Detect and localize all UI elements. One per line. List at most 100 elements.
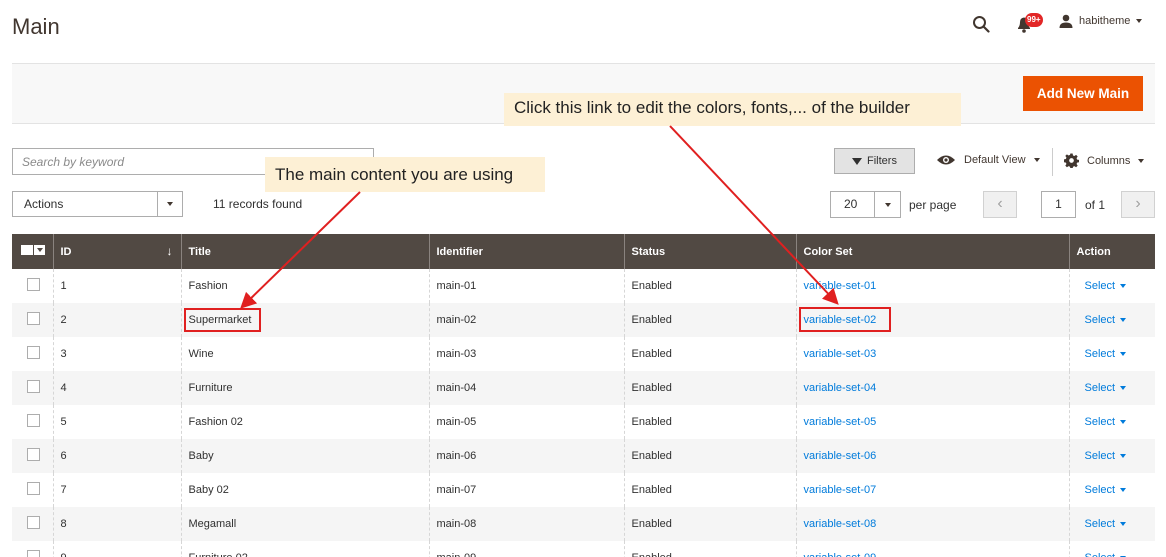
per-page-label: per page bbox=[909, 198, 957, 212]
mass-select-checkbox[interactable] bbox=[21, 245, 45, 255]
cell-id: 8 bbox=[52, 507, 181, 541]
page-title: Main bbox=[12, 14, 60, 39]
cell-color-set: variable-set-03 bbox=[795, 337, 1069, 371]
filters-button[interactable]: Filters bbox=[834, 148, 915, 174]
row-action-select[interactable]: Select bbox=[1085, 416, 1127, 428]
row-checkbox[interactable] bbox=[27, 380, 40, 393]
cell-title: Furniture bbox=[180, 371, 429, 405]
row-action-select[interactable]: Select bbox=[1085, 382, 1127, 394]
row-action-select[interactable]: Select bbox=[1085, 552, 1127, 557]
column-header-status[interactable]: Status bbox=[623, 234, 796, 269]
row-checkbox[interactable] bbox=[27, 312, 40, 325]
row-action-select[interactable]: Select bbox=[1085, 280, 1127, 292]
cell-title: Baby 02 bbox=[180, 473, 429, 507]
color-set-link[interactable]: variable-set-01 bbox=[804, 280, 877, 292]
cell-action: Select bbox=[1068, 473, 1155, 507]
cell-status: Enabled bbox=[623, 337, 796, 371]
cell-action: Select bbox=[1068, 405, 1155, 439]
per-page-select[interactable]: 20 bbox=[830, 191, 901, 218]
mass-select-header[interactable] bbox=[12, 234, 53, 269]
cell-id: 1 bbox=[52, 269, 181, 303]
next-page-button[interactable]: › bbox=[1121, 191, 1155, 218]
color-set-link[interactable]: variable-set-03 bbox=[804, 348, 877, 360]
row-action-select[interactable]: Select bbox=[1085, 348, 1127, 360]
color-set-link[interactable]: variable-set-09 bbox=[804, 552, 877, 557]
row-action-select[interactable]: Select bbox=[1085, 314, 1127, 326]
cell-title: Fashion 02 bbox=[180, 405, 429, 439]
cell-identifier: main-04 bbox=[428, 371, 624, 405]
page-number-input[interactable]: 1 bbox=[1041, 191, 1076, 218]
chevron-down-icon bbox=[1120, 386, 1127, 390]
cell-status: Enabled bbox=[623, 371, 796, 405]
columns-label: Columns bbox=[1087, 154, 1131, 167]
add-new-main-button[interactable]: Add New Main bbox=[1023, 76, 1143, 111]
table-row: 6 Baby main-06 Enabled variable-set-06 Select bbox=[12, 439, 1155, 473]
cell-color-set: variable-set-07 bbox=[795, 473, 1069, 507]
row-checkbox[interactable] bbox=[27, 516, 40, 529]
row-checkbox[interactable] bbox=[27, 482, 40, 495]
row-action-select[interactable]: Select bbox=[1085, 518, 1127, 530]
columns-dropdown[interactable]: Columns bbox=[1064, 153, 1145, 168]
column-header-identifier[interactable]: Identifier bbox=[428, 234, 624, 269]
cell-action: Select bbox=[1068, 507, 1155, 541]
view-dropdown[interactable]: Default View bbox=[936, 154, 1040, 166]
cell-title: Wine bbox=[180, 337, 429, 371]
row-checkbox-cell[interactable] bbox=[12, 269, 53, 303]
row-checkbox-cell[interactable] bbox=[12, 507, 53, 541]
row-checkbox[interactable] bbox=[27, 550, 40, 557]
annotation-main-content-note: The main content you are using bbox=[265, 157, 545, 192]
cell-status: Enabled bbox=[623, 269, 796, 303]
eye-icon bbox=[937, 155, 955, 165]
cell-action: Select bbox=[1068, 303, 1155, 337]
user-icon bbox=[1059, 14, 1073, 28]
cell-identifier: main-06 bbox=[428, 439, 624, 473]
row-checkbox[interactable] bbox=[27, 278, 40, 291]
color-set-link[interactable]: variable-set-07 bbox=[804, 484, 877, 496]
cell-title: Baby bbox=[180, 439, 429, 473]
cell-id: 9 bbox=[52, 541, 181, 557]
chevron-left-icon: ‹ bbox=[997, 195, 1003, 212]
cell-identifier: main-03 bbox=[428, 337, 624, 371]
table-row: 4 Furniture main-04 Enabled variable-set-04 S… bbox=[12, 371, 1155, 405]
search-icon[interactable] bbox=[972, 15, 990, 33]
color-set-link[interactable]: variable-set-08 bbox=[804, 518, 877, 530]
row-checkbox-cell[interactable] bbox=[12, 473, 53, 507]
cell-identifier: main-05 bbox=[428, 405, 624, 439]
row-checkbox-cell[interactable] bbox=[12, 371, 53, 405]
chevron-down-icon bbox=[1138, 158, 1145, 163]
cell-id: 7 bbox=[52, 473, 181, 507]
column-header-title[interactable]: Title bbox=[180, 234, 429, 269]
cell-status: Enabled bbox=[623, 473, 796, 507]
row-action-select[interactable]: Select bbox=[1085, 484, 1127, 496]
cell-action: Select bbox=[1068, 439, 1155, 473]
row-checkbox[interactable] bbox=[27, 346, 40, 359]
cell-id: 3 bbox=[52, 337, 181, 371]
chevron-right-icon: › bbox=[1135, 195, 1141, 212]
gear-icon bbox=[1064, 153, 1079, 168]
column-header-id[interactable]: ID ↓ bbox=[52, 234, 181, 269]
row-checkbox[interactable] bbox=[27, 448, 40, 461]
chevron-down-icon bbox=[1120, 352, 1127, 356]
row-checkbox-cell[interactable] bbox=[12, 541, 53, 557]
funnel-icon bbox=[852, 157, 863, 165]
row-checkbox-cell[interactable] bbox=[12, 405, 53, 439]
annotation-highlight-title bbox=[184, 308, 261, 332]
mass-actions-select[interactable]: Actions bbox=[12, 191, 183, 217]
color-set-link[interactable]: variable-set-04 bbox=[804, 382, 877, 394]
cell-status: Enabled bbox=[623, 405, 796, 439]
row-checkbox-cell[interactable] bbox=[12, 303, 53, 337]
cell-id: 6 bbox=[52, 439, 181, 473]
row-checkbox-cell[interactable] bbox=[12, 439, 53, 473]
previous-page-button[interactable]: ‹ bbox=[983, 191, 1017, 218]
color-set-link[interactable]: variable-set-06 bbox=[804, 450, 877, 462]
row-checkbox-cell[interactable] bbox=[12, 337, 53, 371]
user-menu[interactable]: habitheme bbox=[1059, 14, 1143, 28]
chevron-down-icon bbox=[1033, 158, 1040, 162]
cell-identifier: main-09 bbox=[428, 541, 624, 557]
row-action-select[interactable]: Select bbox=[1085, 450, 1127, 462]
cell-title: Megamall bbox=[180, 507, 429, 541]
column-header-color-set[interactable]: Color Set bbox=[795, 234, 1069, 269]
actions-label: Actions bbox=[24, 197, 64, 211]
row-checkbox[interactable] bbox=[27, 414, 40, 427]
color-set-link[interactable]: variable-set-05 bbox=[804, 416, 877, 428]
